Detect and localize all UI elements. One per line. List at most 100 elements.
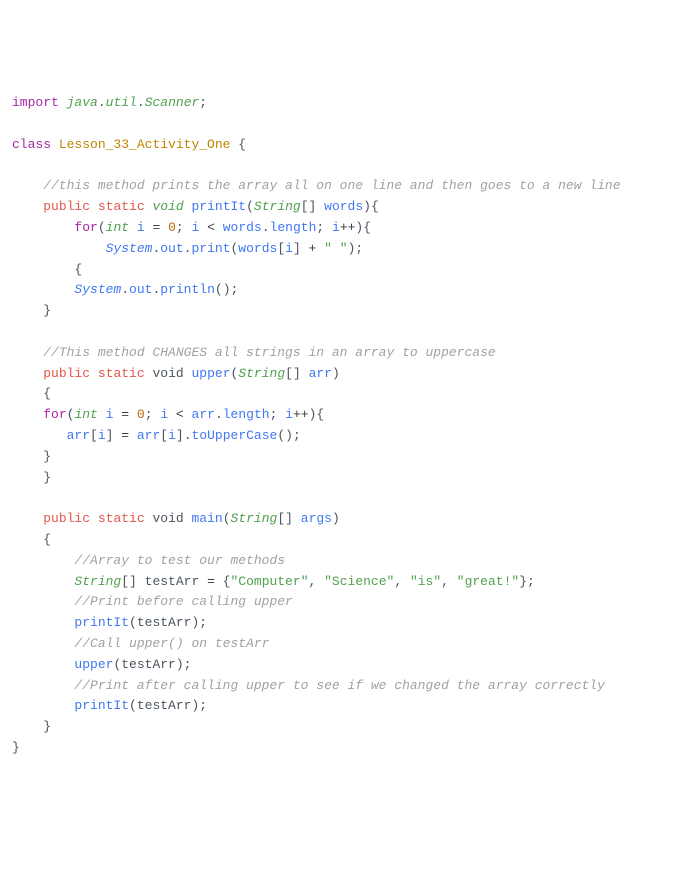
prop-length: length [223, 407, 270, 422]
var-i: i [98, 428, 106, 443]
rparen: ) [191, 615, 199, 630]
kw-void: void [152, 199, 183, 214]
param-arr: arr [309, 366, 332, 381]
lt: < [168, 407, 191, 422]
inc: ++ [293, 407, 309, 422]
type-string: String [231, 511, 278, 526]
semi: ; [145, 407, 153, 422]
rbrace: } [519, 574, 527, 589]
var-i: i [332, 220, 340, 235]
lbracket: [ [277, 241, 285, 256]
method-touppercase: toUpperCase [192, 428, 278, 443]
brace: } [43, 719, 51, 734]
str-science: "Science" [324, 574, 394, 589]
kw-public: public [43, 511, 90, 526]
var-words: words [238, 241, 277, 256]
var-arr: arr [137, 428, 160, 443]
str-computer: "Computer" [230, 574, 308, 589]
eq: = [113, 428, 136, 443]
var-words: words [223, 220, 262, 235]
kw-static: static [98, 366, 145, 381]
str-is: "is" [410, 574, 441, 589]
semi: ; [176, 220, 184, 235]
prop-length: length [270, 220, 317, 235]
class-name: Lesson_33_Activity_One [59, 137, 231, 152]
rparen: ) [285, 428, 293, 443]
code-block: import java.util.Scanner; class Lesson_3… [12, 93, 688, 759]
rbracket: ] [293, 241, 301, 256]
brace: { [363, 220, 371, 235]
lparen: ( [277, 428, 285, 443]
pkg-java: java [67, 95, 98, 110]
brace: { [43, 532, 51, 547]
lparen: ( [223, 511, 231, 526]
kw-class: class [12, 137, 51, 152]
type-int: int [74, 407, 97, 422]
lt: < [199, 220, 222, 235]
comment: //Print after calling upper to see if we… [74, 678, 605, 693]
semi: ; [293, 428, 301, 443]
semi: ; [270, 407, 278, 422]
rparen: ) [332, 511, 340, 526]
semi: ; [316, 220, 324, 235]
kw-void: void [152, 366, 183, 381]
lparen: ( [129, 698, 137, 713]
method-upper: upper [192, 366, 231, 381]
semi: ; [199, 615, 207, 630]
brace: { [74, 262, 82, 277]
lparen: ( [215, 282, 223, 297]
brace: } [43, 449, 51, 464]
var-i: i [137, 220, 145, 235]
comment: //This method CHANGES all strings in an … [43, 345, 495, 360]
dot: . [121, 282, 129, 297]
comment: //Call upper() on testArr [74, 636, 269, 651]
type-string: String [238, 366, 285, 381]
brackets: [] [277, 511, 293, 526]
method-main: main [192, 511, 223, 526]
semi: ; [355, 241, 363, 256]
rparen: ) [191, 698, 199, 713]
type-string: String [74, 574, 121, 589]
str-space: " " [324, 241, 347, 256]
rparen: ) [176, 657, 184, 672]
lparen: ( [98, 220, 106, 235]
eq: = [199, 574, 222, 589]
lparen: ( [113, 657, 121, 672]
kw-public: public [43, 199, 90, 214]
comment: //Print before calling upper [74, 594, 292, 609]
method-print: print [191, 241, 230, 256]
call-printit: printIt [74, 615, 129, 630]
brace: { [43, 386, 51, 401]
comma: , [441, 574, 457, 589]
brace: } [12, 740, 20, 755]
brackets: [] [121, 574, 137, 589]
semicolon: ; [199, 95, 207, 110]
brackets: [] [285, 366, 301, 381]
comment: //this method prints the array all on on… [43, 178, 620, 193]
class-scanner: Scanner [145, 95, 200, 110]
lbrace: { [223, 574, 231, 589]
semi: ; [184, 657, 192, 672]
kw-static: static [98, 511, 145, 526]
var-arr: arr [67, 428, 90, 443]
kw-void: void [152, 511, 183, 526]
comment: //Array to test our methods [74, 553, 285, 568]
lparen: ( [129, 615, 137, 630]
class-system: System [106, 241, 153, 256]
kw-for: for [43, 407, 66, 422]
arg-testarr: testArr [137, 698, 192, 713]
eq: = [113, 407, 136, 422]
semi: ; [231, 282, 239, 297]
inc: ++ [340, 220, 356, 235]
lbracket: [ [160, 428, 168, 443]
class-system: System [74, 282, 121, 297]
rbracket: ] [176, 428, 184, 443]
type-string: String [254, 199, 301, 214]
kw-public: public [43, 366, 90, 381]
brackets: [] [301, 199, 317, 214]
var-i: i [168, 428, 176, 443]
num-zero: 0 [137, 407, 145, 422]
call-upper: upper [74, 657, 113, 672]
arg-testarr: testArr [137, 615, 192, 630]
rparen: ) [332, 366, 340, 381]
